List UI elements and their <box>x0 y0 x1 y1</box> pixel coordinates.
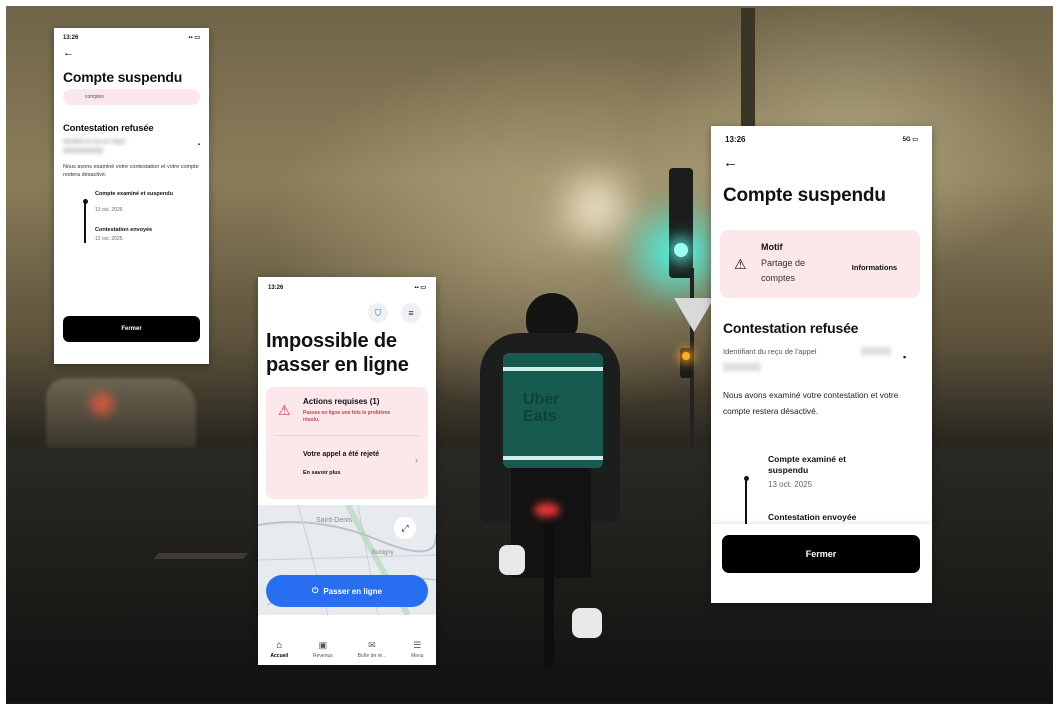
map-label-saint-denis: Saint-Denis <box>316 517 353 524</box>
timeline-line <box>84 201 86 243</box>
power-icon: ⏻ <box>311 586 319 595</box>
back-arrow-icon[interactable]: ← <box>711 144 932 171</box>
appeal-title[interactable]: Votre appel a été rejeté <box>303 450 393 459</box>
yield-sign <box>674 298 714 332</box>
nav-inbox-label: Boîte de ré... <box>357 653 387 659</box>
nav-earnings-label: Revenus <box>313 653 333 659</box>
page-title: Impossible de passer en ligne <box>266 330 409 376</box>
bottom-nav: ⌂ Accueil ▣ Revenus ✉ Boîte de ré... ☰ M… <box>258 619 436 665</box>
bike-wheel <box>544 508 554 668</box>
map-label-bobigny: Bobigny <box>372 550 394 556</box>
appeal-id-value <box>63 148 103 153</box>
copy-icon[interactable]: ▪ <box>198 142 200 148</box>
status-time: 13:26 <box>725 135 746 144</box>
status-time: 13:26 <box>268 284 284 291</box>
right-shoe <box>572 608 602 638</box>
body-text: Nous avons examiné votre contestation et… <box>723 390 899 416</box>
copy-icon[interactable]: ▪ <box>903 352 906 362</box>
battery-icon: ▪▪ ▭ <box>414 285 426 291</box>
car-taillight <box>91 393 113 415</box>
status-bar: 13:26 5G ▭ <box>711 126 932 144</box>
appeal-id-label: Identifiant du reçu de l'appel <box>723 347 817 356</box>
appeal-id: Identifiant du reçu de l'appel ▪ <box>54 134 209 153</box>
network-label: 5G <box>902 137 911 143</box>
warning-icon: ⚠ <box>734 256 747 272</box>
actions-card: ⚠ Actions requises (1) Passez en ligne u… <box>266 387 428 499</box>
info-button[interactable]: Informations <box>837 256 912 278</box>
page-title: Compte suspendu <box>63 69 183 85</box>
actions-subtitle: Passez en ligne une fois le problème rés… <box>303 410 391 423</box>
timeline: Compte examiné et suspendu 13 oct. 2025 … <box>63 191 200 261</box>
shield-icon[interactable]: ⛉ <box>368 303 388 323</box>
bag-text-uber: Uber <box>523 391 560 408</box>
street-light-glow <box>566 178 626 238</box>
home-icon: ⌂ <box>276 640 283 651</box>
close-button[interactable]: Fermer <box>722 535 920 573</box>
delivery-bag: Uber Eats <box>503 353 603 468</box>
signal-icon: 5G ▭ <box>902 137 918 143</box>
timeline-item-2-label: Contestation envoyée <box>95 227 153 233</box>
status-bar: 13:26 ▪▪ ▭ <box>258 277 436 292</box>
reason-banner: comptes <box>63 89 200 105</box>
battery-icon: ▪▪ ▭ <box>188 35 200 41</box>
middle-phone-screenshot: 13:26 ▪▪ ▭ ⛉ ≡ Impossible de passer en l… <box>258 277 436 665</box>
reason-label: Motif <box>761 242 783 252</box>
left-shoe <box>499 545 525 575</box>
status-time: 13:26 <box>63 34 79 41</box>
body-text: Nous avons examiné votre contestation et… <box>63 164 199 178</box>
road-marking <box>153 553 249 559</box>
chevron-right-icon[interactable]: › <box>415 455 418 465</box>
go-online-button[interactable]: ⏻ Passer en ligne <box>266 575 428 607</box>
timeline-item-1-label: Compte examiné et suspendu <box>768 454 846 475</box>
nav-home-label: Accueil <box>270 653 289 659</box>
timeline-item-2-label: Contestation envoyée <box>768 512 857 522</box>
inbox-icon: ✉ <box>368 640 376 650</box>
settings-sliders-icon[interactable]: ≡ <box>401 303 421 323</box>
nav-earnings[interactable]: ▣ Revenus <box>313 640 333 659</box>
timeline-item-1-date: 13 oct. 2025 <box>768 480 813 489</box>
expand-map-icon[interactable]: ⤢ <box>394 517 416 539</box>
timeline-item-2-date: 12 oct. 2025 <box>95 236 123 242</box>
timeline-item-1-date: 13 oct. 2025 <box>95 207 123 213</box>
timeline: Compte examiné et suspendu 13 oct. 2025 … <box>723 450 919 530</box>
nav-home[interactable]: ⌂ Accueil <box>270 640 288 659</box>
left-phone-screenshot: 13:26 ▪▪ ▭ ← Compte suspendu comptes Con… <box>54 28 209 364</box>
close-button[interactable]: Fermer <box>63 316 200 342</box>
divider <box>274 435 420 436</box>
warning-icon: ⚠ <box>278 402 291 418</box>
reason-card: ⚠ Motif Partage de comptes Informations <box>720 230 920 298</box>
timeline-item-1-label: Compte examiné et suspendu <box>95 191 173 197</box>
appeal-id-label: Identifiant du reçu de l'appel <box>63 139 126 145</box>
bike-rear-light <box>534 503 560 517</box>
timeline-line <box>745 479 747 529</box>
actions-title: Actions requises (1) <box>303 397 380 406</box>
menu-icon: ☰ <box>413 640 422 650</box>
small-traffic-light <box>680 348 692 378</box>
nav-menu[interactable]: ☰ Menu <box>411 640 424 659</box>
appeal-id-value-blurred <box>723 363 761 371</box>
section-title: Contestation refusée <box>63 123 154 134</box>
traffic-light <box>669 168 693 278</box>
status-bar: 13:26 ▪▪ ▭ <box>54 28 209 42</box>
appeal-id-blurred <box>861 347 891 355</box>
wallet-icon: ▣ <box>318 640 328 650</box>
nav-inbox[interactable]: ✉ Boîte de ré... <box>358 640 387 659</box>
nav-menu-label: Menu <box>411 653 424 659</box>
back-arrow-icon[interactable]: ← <box>54 41 209 59</box>
section-title: Contestation refusée <box>723 320 859 336</box>
right-phone-screenshot: 13:26 5G ▭ ← Compte suspendu ⚠ Motif Par… <box>711 126 932 603</box>
go-online-label: Passer en ligne <box>323 586 383 596</box>
reason-value: Partage de comptes <box>761 258 806 283</box>
bag-text-eats: Eats <box>523 408 557 425</box>
learn-more-link[interactable]: En savoir plus <box>303 470 341 476</box>
page-title: Compte suspendu <box>723 185 886 206</box>
car <box>46 378 196 448</box>
reason-partial: comptes <box>85 94 104 100</box>
